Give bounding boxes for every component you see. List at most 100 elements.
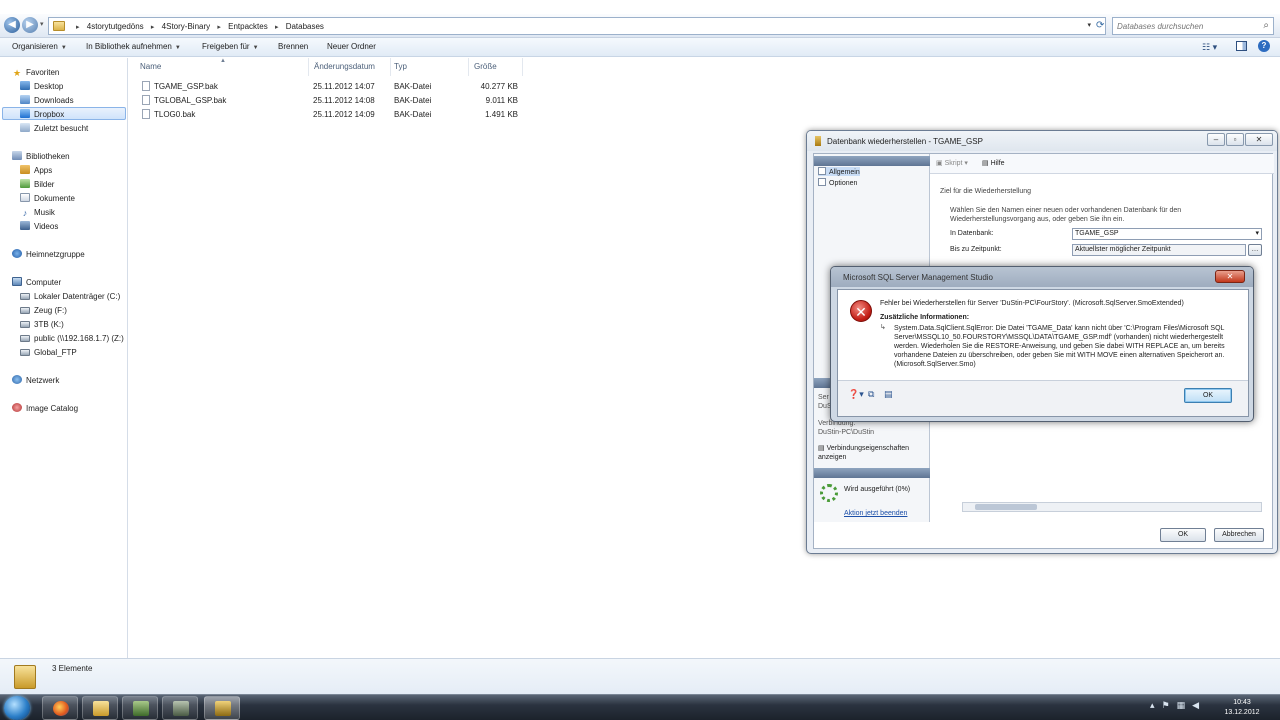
- back-arrow-icon[interactable]: ◀: [4, 17, 20, 33]
- nav-label: Computer: [26, 278, 62, 287]
- share-with-button[interactable]: Freigeben für ▼: [202, 42, 259, 51]
- search-input[interactable]: [1117, 20, 1257, 32]
- nav-drive-z[interactable]: public (\\192.168.1.7) (Z:): [20, 332, 124, 345]
- column-divider[interactable]: [390, 58, 391, 76]
- forward-arrow-icon[interactable]: ▶: [22, 17, 38, 33]
- view-connection-properties-link[interactable]: ▤ Verbindungseigenschaften anzeigen: [818, 444, 926, 462]
- preview-pane-icon[interactable]: [1236, 41, 1247, 51]
- address-dropdown-icon[interactable]: ▾: [1087, 21, 1091, 29]
- file-row[interactable]: TGLOBAL_GSP.bak 25.11.2012 14:08 BAK-Dat…: [140, 94, 520, 107]
- nav-homegroup[interactable]: Heimnetzgruppe: [12, 248, 85, 261]
- script-label: Skript: [944, 160, 963, 167]
- restore-cancel-button[interactable]: Abbrechen: [1214, 528, 1264, 542]
- page-general[interactable]: Allgemein: [818, 167, 860, 176]
- column-header-name[interactable]: Name: [140, 62, 161, 76]
- help-icon[interactable]: ?: [1258, 40, 1270, 52]
- stop-action-link[interactable]: Aktion jetzt beenden: [844, 510, 907, 517]
- to-database-select[interactable]: TGAME_GSP ▾: [1072, 228, 1262, 240]
- breadcrumb-item[interactable]: Databases: [286, 22, 324, 31]
- taskbar-ssms-button[interactable]: [204, 696, 240, 720]
- burn-button[interactable]: Brennen: [278, 42, 308, 51]
- sql-server-icon: [815, 136, 821, 146]
- sort-ascending-icon: ▲: [220, 58, 226, 64]
- drive-icon: [20, 293, 30, 300]
- ftp-icon: [20, 349, 30, 356]
- nav-apps[interactable]: Apps: [20, 164, 52, 177]
- column-divider[interactable]: [308, 58, 309, 76]
- flag-icon[interactable]: ⚑: [1162, 700, 1170, 710]
- volume-icon[interactable]: ◀: [1192, 700, 1199, 710]
- technical-details-icon[interactable]: ▤: [884, 389, 893, 400]
- new-folder-button[interactable]: Neuer Ordner: [327, 42, 376, 51]
- search-icon[interactable]: ⌕: [1263, 20, 1269, 31]
- refresh-icon[interactable]: ⟳: [1096, 20, 1104, 31]
- column-divider[interactable]: [468, 58, 469, 76]
- nav-documents[interactable]: Dokumente: [20, 192, 75, 205]
- view-options-icon[interactable]: ☷ ▾: [1202, 42, 1217, 53]
- column-divider[interactable]: [522, 58, 523, 76]
- help-icon[interactable]: ❓▾: [848, 389, 864, 400]
- minimize-icon[interactable]: –: [1207, 133, 1225, 146]
- breadcrumb-item[interactable]: 4Story-Binary: [162, 22, 210, 31]
- breadcrumb-separator-icon[interactable]: ▸: [217, 24, 221, 31]
- close-icon[interactable]: ✕: [1215, 270, 1245, 283]
- nav-recent[interactable]: Zuletzt besucht: [20, 122, 88, 135]
- nav-label: Desktop: [34, 82, 64, 91]
- clock[interactable]: 10:43 13.12.2012: [1222, 698, 1262, 718]
- nav-pictures[interactable]: Bilder: [20, 178, 54, 191]
- restore-ok-button[interactable]: OK: [1160, 528, 1206, 542]
- taskbar-explorer-button[interactable]: [82, 696, 118, 720]
- nav-image-catalog[interactable]: Image Catalog: [12, 402, 78, 415]
- column-header-modified[interactable]: Änderungsdatum: [314, 62, 375, 76]
- nav-music[interactable]: ♪ Musik: [20, 206, 55, 219]
- nav-computer[interactable]: Computer: [12, 276, 61, 289]
- network-icon[interactable]: ▦: [1177, 700, 1186, 710]
- star-icon: ★: [12, 68, 22, 78]
- taskbar-app-button[interactable]: [162, 696, 198, 720]
- desktop-icon: [20, 81, 30, 90]
- close-icon[interactable]: ✕: [1245, 133, 1273, 146]
- add-to-library-button[interactable]: In Bibliothek aufnehmen ▼: [86, 42, 181, 51]
- copy-icon[interactable]: ⧉: [868, 389, 874, 400]
- address-field[interactable]: ▸ 4storytutgedöns ▸ 4Story-Binary ▸ Entp…: [48, 17, 1106, 35]
- file-row[interactable]: TGAME_GSP.bak 25.11.2012 14:07 BAK-Datei…: [140, 80, 520, 93]
- maximize-icon[interactable]: ▫: [1226, 133, 1244, 146]
- nav-desktop[interactable]: Desktop: [20, 80, 63, 93]
- taskbar-firefox-button[interactable]: [42, 696, 78, 720]
- nav-favorites[interactable]: ★ Favoriten: [12, 66, 59, 79]
- taskbar-app-button[interactable]: [122, 696, 158, 720]
- column-header-size[interactable]: Größe: [474, 62, 497, 76]
- nav-libraries[interactable]: Bibliotheken: [12, 150, 70, 163]
- nav-downloads[interactable]: Downloads: [20, 94, 74, 107]
- breadcrumb-item[interactable]: 4storytutgedöns: [87, 22, 144, 31]
- point-in-time-browse-button[interactable]: …: [1248, 244, 1262, 256]
- breadcrumb-separator-icon[interactable]: ▸: [275, 24, 279, 31]
- clock-date: 13.12.2012: [1224, 709, 1260, 716]
- horizontal-scrollbar[interactable]: [962, 502, 1262, 512]
- nav-videos[interactable]: Videos: [20, 220, 58, 233]
- file-modified: 25.11.2012 14:09: [313, 110, 375, 119]
- start-button[interactable]: [4, 696, 30, 720]
- column-header-type[interactable]: Typ: [394, 62, 407, 76]
- page-options[interactable]: Optionen: [818, 178, 857, 187]
- nav-network[interactable]: Netzwerk: [12, 374, 59, 387]
- breadcrumb-item[interactable]: Entpacktes: [228, 22, 268, 31]
- show-hidden-icons-icon[interactable]: ▴: [1150, 700, 1155, 710]
- scrollbar-thumb[interactable]: [975, 504, 1037, 510]
- recent-pages-dropdown-icon[interactable]: ▾: [40, 20, 44, 28]
- nav-drive-f[interactable]: Zeug (F:): [20, 304, 67, 317]
- restore-dialog-title: Datenbank wiederherstellen - TGAME_GSP: [827, 137, 983, 146]
- help-button[interactable]: ▤ Hilfe: [982, 159, 1005, 167]
- nav-global-ftp[interactable]: Global_FTP: [20, 346, 77, 359]
- error-ok-button[interactable]: OK: [1184, 388, 1232, 403]
- nav-drive-c[interactable]: Lokaler Datenträger (C:): [20, 290, 120, 303]
- nav-label: Dropbox: [34, 110, 65, 119]
- nav-dropbox[interactable]: Dropbox: [2, 107, 126, 120]
- file-row[interactable]: TLOG0.bak 25.11.2012 14:09 BAK-Datei 1.4…: [140, 108, 520, 121]
- script-button[interactable]: ▣ Skript ▾: [936, 159, 968, 167]
- connection-server-label: Ser: [818, 394, 829, 401]
- nav-drive-k[interactable]: 3TB (K:): [20, 318, 64, 331]
- organize-button[interactable]: Organisieren ▼: [12, 42, 67, 51]
- breadcrumb-separator-icon[interactable]: ▸: [151, 24, 155, 31]
- search-box[interactable]: ⌕: [1112, 17, 1274, 35]
